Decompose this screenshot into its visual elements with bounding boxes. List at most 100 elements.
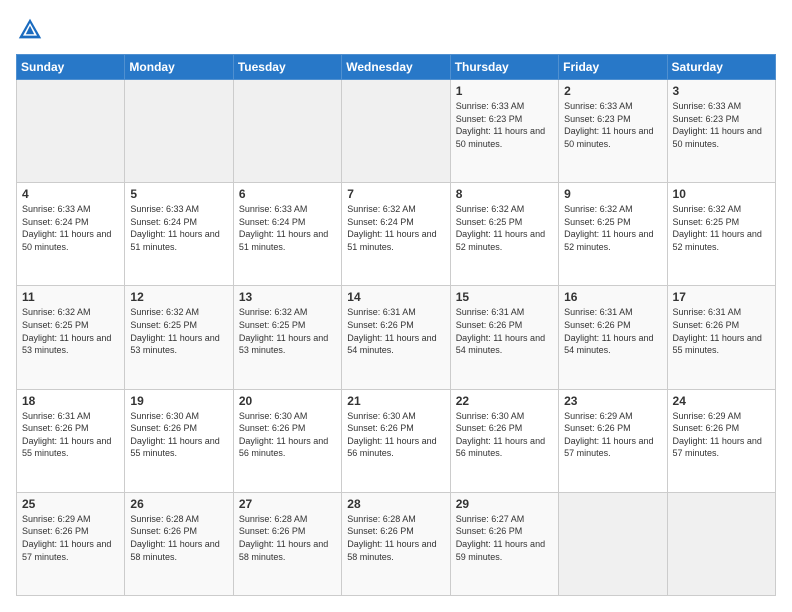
day-info: Sunrise: 6:28 AM Sunset: 6:26 PM Dayligh… xyxy=(347,513,444,563)
day-number: 16 xyxy=(564,290,661,304)
day-info: Sunrise: 6:32 AM Sunset: 6:25 PM Dayligh… xyxy=(22,306,119,356)
calendar-cell-w1d4: 8 Sunrise: 6:32 AM Sunset: 6:25 PM Daylig… xyxy=(450,183,558,286)
calendar-cell-w3d2: 20Sunrise: 6:30 AM Sunset: 6:26 PM Dayli… xyxy=(233,389,341,492)
day-number: 29 xyxy=(456,497,553,511)
day-info: Sunrise: 6:31 AM Sunset: 6:26 PM Dayligh… xyxy=(456,306,553,356)
day-info: Sunrise: 6:33 AM Sunset: 6:23 PM Dayligh… xyxy=(673,100,770,150)
day-info: Sunrise: 6:30 AM Sunset: 6:26 PM Dayligh… xyxy=(347,410,444,460)
calendar-cell-w2d6: 17 Sunrise: 6:31 AM Sunset: 6:26 PM Dayli… xyxy=(667,286,775,389)
day-number: 17 xyxy=(673,290,770,304)
calendar-cell-w2d4: 15 Sunrise: 6:31 AM Sunset: 6:26 PM Dayli… xyxy=(450,286,558,389)
calendar-cell-w1d3: 7 Sunrise: 6:32 AM Sunset: 6:24 PM Daylig… xyxy=(342,183,450,286)
day-number: 8 xyxy=(456,187,553,201)
day-number: 10 xyxy=(673,187,770,201)
day-info: Sunrise: 6:27 AM Sunset: 6:26 PM Dayligh… xyxy=(456,513,553,563)
day-number: 15 xyxy=(456,290,553,304)
day-info: Sunrise: 6:29 AM Sunset: 6:26 PM Dayligh… xyxy=(673,410,770,460)
day-number: 3 xyxy=(673,84,770,98)
day-info: Sunrise: 6:33 AM Sunset: 6:23 PM Dayligh… xyxy=(456,100,553,150)
calendar-cell-w0d3 xyxy=(342,80,450,183)
day-info: Sunrise: 6:32 AM Sunset: 6:24 PM Dayligh… xyxy=(347,203,444,253)
day-info: Sunrise: 6:32 AM Sunset: 6:25 PM Dayligh… xyxy=(673,203,770,253)
calendar-header-sunday: Sunday xyxy=(17,55,125,80)
calendar-cell-w4d1: 26 Sunrise: 6:28 AM Sunset: 6:26 PM Dayli… xyxy=(125,492,233,595)
day-info: Sunrise: 6:33 AM Sunset: 6:24 PM Dayligh… xyxy=(239,203,336,253)
day-info: Sunrise: 6:31 AM Sunset: 6:26 PM Dayligh… xyxy=(673,306,770,356)
calendar-table: SundayMondayTuesdayWednesdayThursdayFrid… xyxy=(16,54,776,596)
calendar-cell-w2d1: 12 Sunrise: 6:32 AM Sunset: 6:25 PM Dayli… xyxy=(125,286,233,389)
calendar-cell-w2d3: 14Sunrise: 6:31 AM Sunset: 6:26 PM Dayli… xyxy=(342,286,450,389)
calendar-header-thursday: Thursday xyxy=(450,55,558,80)
calendar-cell-w0d5: 2 Sunrise: 6:33 AM Sunset: 6:23 PM Daylig… xyxy=(559,80,667,183)
calendar-cell-w3d0: 18Sunrise: 6:31 AM Sunset: 6:26 PM Dayli… xyxy=(17,389,125,492)
day-info: Sunrise: 6:29 AM Sunset: 6:26 PM Dayligh… xyxy=(22,513,119,563)
calendar-cell-w1d2: 6 Sunrise: 6:33 AM Sunset: 6:24 PM Daylig… xyxy=(233,183,341,286)
day-info: Sunrise: 6:31 AM Sunset: 6:26 PM Dayligh… xyxy=(347,306,444,356)
calendar-header-monday: Monday xyxy=(125,55,233,80)
day-number: 12 xyxy=(130,290,227,304)
day-number: 27 xyxy=(239,497,336,511)
day-number: 23 xyxy=(564,394,661,408)
calendar-cell-w3d3: 21 Sunrise: 6:30 AM Sunset: 6:26 PM Dayli… xyxy=(342,389,450,492)
calendar-header-wednesday: Wednesday xyxy=(342,55,450,80)
calendar-week-4: 25 Sunrise: 6:29 AM Sunset: 6:26 PM Dayli… xyxy=(17,492,776,595)
calendar-cell-w3d6: 24 Sunrise: 6:29 AM Sunset: 6:26 PM Dayli… xyxy=(667,389,775,492)
calendar-cell-w3d4: 22 Sunrise: 6:30 AM Sunset: 6:26 PM Dayli… xyxy=(450,389,558,492)
day-number: 25 xyxy=(22,497,119,511)
calendar-cell-w1d5: 9 Sunrise: 6:32 AM Sunset: 6:25 PM Daylig… xyxy=(559,183,667,286)
day-info: Sunrise: 6:29 AM Sunset: 6:26 PM Dayligh… xyxy=(564,410,661,460)
day-number: 28 xyxy=(347,497,444,511)
day-number: 6 xyxy=(239,187,336,201)
calendar-cell-w3d5: 23 Sunrise: 6:29 AM Sunset: 6:26 PM Dayli… xyxy=(559,389,667,492)
day-number: 1 xyxy=(456,84,553,98)
calendar-week-0: 1 Sunrise: 6:33 AM Sunset: 6:23 PM Daylig… xyxy=(17,80,776,183)
page: SundayMondayTuesdayWednesdayThursdayFrid… xyxy=(0,0,792,612)
logo-icon xyxy=(16,16,44,44)
day-info: Sunrise: 6:30 AM Sunset: 6:26 PM Dayligh… xyxy=(456,410,553,460)
calendar-header-row: SundayMondayTuesdayWednesdayThursdayFrid… xyxy=(17,55,776,80)
calendar-cell-w4d2: 27 Sunrise: 6:28 AM Sunset: 6:26 PM Dayli… xyxy=(233,492,341,595)
calendar-header-friday: Friday xyxy=(559,55,667,80)
calendar-cell-w4d4: 29 Sunrise: 6:27 AM Sunset: 6:26 PM Dayli… xyxy=(450,492,558,595)
day-info: Sunrise: 6:30 AM Sunset: 6:26 PM Dayligh… xyxy=(130,410,227,460)
calendar-cell-w0d6: 3 Sunrise: 6:33 AM Sunset: 6:23 PM Daylig… xyxy=(667,80,775,183)
calendar-header-tuesday: Tuesday xyxy=(233,55,341,80)
day-number: 2 xyxy=(564,84,661,98)
calendar-cell-w1d6: 10 Sunrise: 6:32 AM Sunset: 6:25 PM Dayli… xyxy=(667,183,775,286)
calendar-cell-w0d4: 1 Sunrise: 6:33 AM Sunset: 6:23 PM Daylig… xyxy=(450,80,558,183)
day-info: Sunrise: 6:31 AM Sunset: 6:26 PM Dayligh… xyxy=(22,410,119,460)
calendar-cell-w4d0: 25 Sunrise: 6:29 AM Sunset: 6:26 PM Dayli… xyxy=(17,492,125,595)
calendar-cell-w4d5 xyxy=(559,492,667,595)
calendar-cell-w0d2 xyxy=(233,80,341,183)
day-number: 21 xyxy=(347,394,444,408)
day-number: 11 xyxy=(22,290,119,304)
calendar-header-saturday: Saturday xyxy=(667,55,775,80)
day-number: 9 xyxy=(564,187,661,201)
day-number: 13 xyxy=(239,290,336,304)
calendar-cell-w2d0: 11 Sunrise: 6:32 AM Sunset: 6:25 PM Dayli… xyxy=(17,286,125,389)
calendar-week-3: 18Sunrise: 6:31 AM Sunset: 6:26 PM Dayli… xyxy=(17,389,776,492)
day-info: Sunrise: 6:33 AM Sunset: 6:24 PM Dayligh… xyxy=(22,203,119,253)
day-number: 24 xyxy=(673,394,770,408)
day-number: 4 xyxy=(22,187,119,201)
day-number: 22 xyxy=(456,394,553,408)
day-info: Sunrise: 6:28 AM Sunset: 6:26 PM Dayligh… xyxy=(130,513,227,563)
day-info: Sunrise: 6:33 AM Sunset: 6:24 PM Dayligh… xyxy=(130,203,227,253)
day-number: 19 xyxy=(130,394,227,408)
day-number: 26 xyxy=(130,497,227,511)
calendar-cell-w4d6 xyxy=(667,492,775,595)
day-info: Sunrise: 6:32 AM Sunset: 6:25 PM Dayligh… xyxy=(130,306,227,356)
calendar-cell-w3d1: 19 Sunrise: 6:30 AM Sunset: 6:26 PM Dayli… xyxy=(125,389,233,492)
day-info: Sunrise: 6:32 AM Sunset: 6:25 PM Dayligh… xyxy=(564,203,661,253)
day-info: Sunrise: 6:30 AM Sunset: 6:26 PM Dayligh… xyxy=(239,410,336,460)
day-info: Sunrise: 6:32 AM Sunset: 6:25 PM Dayligh… xyxy=(456,203,553,253)
day-info: Sunrise: 6:33 AM Sunset: 6:23 PM Dayligh… xyxy=(564,100,661,150)
calendar-cell-w1d0: 4 Sunrise: 6:33 AM Sunset: 6:24 PM Daylig… xyxy=(17,183,125,286)
day-number: 5 xyxy=(130,187,227,201)
calendar-week-2: 11 Sunrise: 6:32 AM Sunset: 6:25 PM Dayli… xyxy=(17,286,776,389)
day-info: Sunrise: 6:32 AM Sunset: 6:25 PM Dayligh… xyxy=(239,306,336,356)
day-info: Sunrise: 6:28 AM Sunset: 6:26 PM Dayligh… xyxy=(239,513,336,563)
calendar-cell-w4d3: 28 Sunrise: 6:28 AM Sunset: 6:26 PM Dayli… xyxy=(342,492,450,595)
calendar-cell-w2d5: 16Sunrise: 6:31 AM Sunset: 6:26 PM Dayli… xyxy=(559,286,667,389)
day-number: 7 xyxy=(347,187,444,201)
